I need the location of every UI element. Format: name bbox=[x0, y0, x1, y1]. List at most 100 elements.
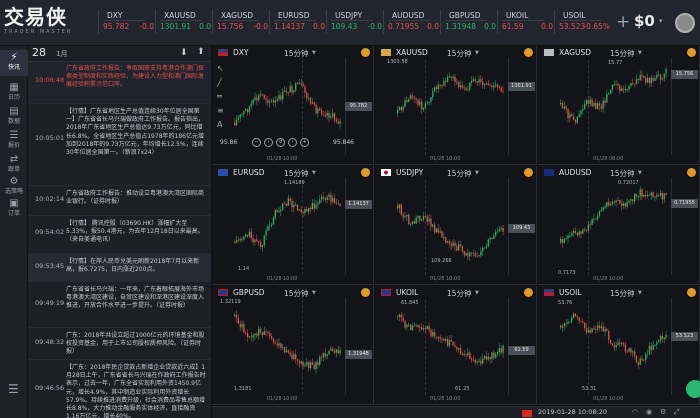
ticker-item[interactable]: AUDUSD 0.71955 0.0 bbox=[383, 10, 439, 34]
horizontal-line-icon[interactable]: ═ bbox=[217, 92, 222, 101]
candlestick-chart[interactable] bbox=[538, 178, 670, 270]
rail-item-quote[interactable]: ☰ 报价 bbox=[0, 128, 28, 154]
candle-body bbox=[626, 89, 628, 90]
candle-body bbox=[434, 87, 436, 92]
nav-rail: ⚡ 快讯 ▦ 日历 ▤ 数据 ☰ 报价 ⇄ 跟单 ⚙ 选策略 ▣ 订单 ☰ bbox=[0, 46, 28, 418]
ticker-change: 0.0 bbox=[484, 22, 496, 31]
news-item[interactable]: 10:02:14 广东省政府工作报告：推动设立粤港澳大湾区国际商业银行。（证券时… bbox=[28, 186, 211, 216]
news-item[interactable]: 09:46:56 【广东：2018年民企贷款占新增企业贷款近六成】1月28日上午… bbox=[28, 360, 211, 418]
news-month[interactable]: 1月 bbox=[56, 49, 67, 59]
zoom-out-icon[interactable]: − bbox=[252, 138, 261, 147]
sound-icon[interactable]: ◉ bbox=[646, 408, 652, 416]
rail-item-flash[interactable]: ⚡ 快讯 bbox=[0, 50, 28, 76]
candlestick-chart[interactable] bbox=[375, 178, 507, 270]
scroll-left-icon[interactable]: ‹ bbox=[264, 138, 273, 147]
candle-body bbox=[304, 209, 306, 213]
chart-panel-xauusd[interactable]: XAUUSD 15分钟 ▼ 1303.58 1301.91 01/28 10:0… bbox=[375, 46, 537, 165]
candlestick-chart[interactable] bbox=[212, 58, 344, 150]
rail-item-data[interactable]: ▤ 数据 bbox=[0, 104, 28, 130]
ticker-item[interactable]: XAGUSD 15.756 -0.0 bbox=[212, 10, 268, 34]
chart-panel-dxy[interactable]: DXY 15分钟 ▼ 95.782 ↖ ╱ ═ ≡ A 95.86 − ‹ ↺ … bbox=[212, 46, 374, 165]
menu-icon[interactable]: ☰ bbox=[8, 382, 19, 396]
candlestick-chart[interactable] bbox=[212, 298, 344, 390]
candlestick-chart[interactable] bbox=[538, 298, 670, 390]
candle-body bbox=[500, 87, 502, 92]
news-item[interactable]: 09:48:32 广东：2018年共设立超过1000亿元的环境基金和股权投资基金… bbox=[28, 328, 211, 360]
cursor-icon[interactable]: ↖ bbox=[217, 64, 224, 73]
candle-body bbox=[471, 358, 473, 360]
ticker-item[interactable]: EURUSD 1.14137 0.0 bbox=[269, 10, 325, 34]
candle-body bbox=[324, 198, 326, 200]
candle-body bbox=[324, 114, 326, 116]
chart-panel-audusd[interactable]: AUDUSD 15分钟 ▼ 0.72017 0.71955 0.7173 01/… bbox=[538, 166, 700, 285]
flag-us-icon bbox=[544, 289, 554, 296]
chart-action-icon[interactable] bbox=[524, 288, 533, 297]
app-logo[interactable]: 交易侠 TRADER MASTER bbox=[4, 6, 88, 40]
trendline-icon[interactable]: ╱ bbox=[217, 78, 222, 87]
reset-icon[interactable]: ↺ bbox=[276, 138, 285, 147]
candlestick-chart[interactable] bbox=[375, 298, 507, 390]
news-item[interactable]: 09:49:19 广东省省长马兴瑞：一年来，广东着眼拓展海外市场粤港澳大湾区建设… bbox=[28, 282, 211, 328]
chart-action-icon[interactable] bbox=[361, 168, 370, 177]
candle-body bbox=[632, 82, 634, 84]
chart-action-icon[interactable] bbox=[524, 48, 533, 57]
candle-body bbox=[267, 332, 269, 333]
scroll-right-icon[interactable]: › bbox=[288, 138, 297, 147]
time-axis-label: 01/28 10:00 bbox=[267, 276, 298, 282]
news-text: 【广东：2018年民企贷款占新增企业贷款近六成】1月28日上午，广东省省长马兴瑞… bbox=[66, 364, 206, 418]
candle-body bbox=[645, 354, 647, 361]
news-item[interactable]: 09:54:02 【行情】 腾讯控股（03690.HK）涨幅扩大至5.33%，报… bbox=[28, 216, 211, 254]
chart-panel-usoil[interactable]: USOIL 15分钟 ▼ 53.76 53.523 53.31 01/28 10… bbox=[538, 286, 700, 405]
ticker-item[interactable]: GBPUSD 1.31948 0.0 bbox=[440, 10, 496, 34]
rail-item-order[interactable]: ▣ 订单 bbox=[0, 196, 28, 222]
candle-body bbox=[293, 204, 295, 208]
candle-body bbox=[600, 326, 602, 328]
chart-action-icon[interactable] bbox=[687, 288, 696, 297]
balance-label[interactable]: $0 bbox=[634, 12, 655, 30]
candle-body bbox=[489, 85, 491, 87]
text-tool-icon[interactable]: A bbox=[217, 120, 222, 129]
chevron-down-icon[interactable]: ▾ bbox=[659, 17, 663, 25]
chart-panel-gbpusd[interactable]: GBPUSD 15分钟 ▼ 1.32119 1.31948 1.3181 01/… bbox=[212, 286, 374, 405]
plus-icon[interactable]: + bbox=[616, 12, 630, 32]
chart-panel-xagusd[interactable]: XAGUSD 15分钟 ▼ 15.77 15.756 01/28 08:00 bbox=[538, 46, 700, 165]
candlestick-chart[interactable] bbox=[538, 58, 670, 150]
rail-item-calendar[interactable]: ▦ 日历 bbox=[0, 80, 28, 106]
candle-body bbox=[639, 358, 641, 365]
chart-panel-usdjpy[interactable]: USDJPY 15分钟 ▼ 109.43 109.266 01/28 10:00 bbox=[375, 166, 537, 285]
candlestick-chart[interactable] bbox=[375, 58, 507, 150]
chart-action-icon[interactable] bbox=[687, 48, 696, 57]
chat-button[interactable] bbox=[686, 380, 700, 398]
candle-body bbox=[330, 116, 332, 118]
candlestick-chart[interactable] bbox=[212, 178, 344, 270]
fullscreen-icon[interactable]: ⤢ bbox=[674, 408, 680, 417]
candle-body bbox=[402, 317, 404, 321]
news-item[interactable]: 09:53:45 【行情】在岸人民币兑美元刷新2018年7月以来新高，报6.72… bbox=[28, 254, 211, 282]
chart-action-icon[interactable] bbox=[361, 48, 370, 57]
ticker-item[interactable]: XAUUSD 1301.91 0.0 bbox=[155, 10, 211, 34]
settings-icon[interactable]: ⚙ bbox=[660, 408, 666, 416]
candle-body bbox=[646, 77, 649, 83]
chart-panel-ukoil[interactable]: UKOIL 15分钟 ▼ 61.845 61.59 61.23 01/28 10… bbox=[375, 286, 537, 405]
news-item[interactable]: 10:05:01 【行情】广东省地区生产总值连续30年位居全国第一】广东省省长马… bbox=[28, 104, 211, 186]
candle-body bbox=[487, 239, 489, 247]
ticker-change: 0.0 bbox=[427, 22, 439, 31]
upload-icon[interactable]: ⬆ bbox=[197, 47, 205, 57]
download-icon[interactable]: ⬇ bbox=[180, 48, 188, 58]
news-item[interactable]: 10:06:48 广东省政府工作报告：争取国家支持粤港合作澳门探索类型制度和实践… bbox=[28, 62, 211, 104]
flash-icon: ⚡ bbox=[10, 52, 18, 63]
chart-action-icon[interactable] bbox=[524, 168, 533, 177]
chart-panel-eurusd[interactable]: EURUSD 15分钟 ▼ 1.14189 1.14137 1.14 01/28… bbox=[212, 166, 374, 285]
ticker-item[interactable]: USDJPY 109.43 -0.0 bbox=[326, 10, 382, 34]
fib-icon[interactable]: ≡ bbox=[217, 106, 224, 115]
chart-action-icon[interactable] bbox=[361, 288, 370, 297]
candle-body bbox=[617, 342, 619, 345]
zoom-in-icon[interactable]: + bbox=[300, 138, 309, 147]
avatar[interactable] bbox=[675, 13, 695, 33]
ticker-item[interactable]: DXY 95.782 -0.0 bbox=[98, 10, 154, 34]
chart-action-icon[interactable] bbox=[687, 168, 696, 177]
candle-body bbox=[283, 90, 286, 92]
candle-body bbox=[587, 100, 590, 104]
ticker-item[interactable]: UKOIL 61.59 0.0 bbox=[497, 10, 553, 34]
ticker-item[interactable]: USOIL 53.523 -0.65% bbox=[554, 10, 610, 34]
